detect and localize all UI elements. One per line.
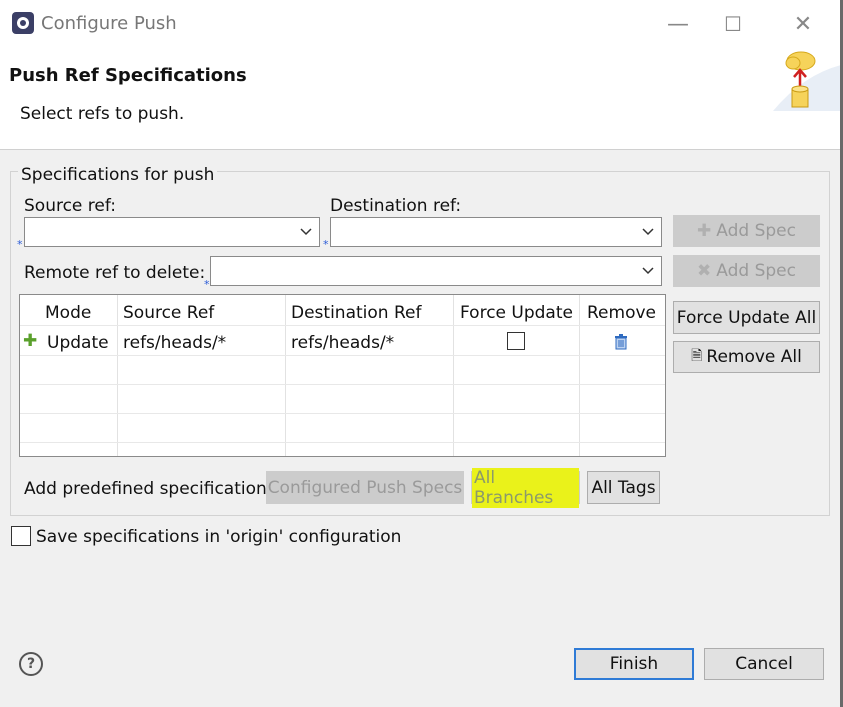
all-branches-button[interactable]: All Branches bbox=[471, 467, 580, 508]
source-ref-combo[interactable] bbox=[24, 217, 320, 247]
eclipse-app-icon bbox=[12, 12, 34, 34]
plus-icon: ✚ bbox=[697, 221, 712, 241]
all-tags-button[interactable]: All Tags bbox=[587, 471, 660, 504]
required-marker: * bbox=[323, 238, 329, 251]
chevron-down-icon bbox=[642, 228, 654, 236]
push-spec-table: Mode Source Ref Destination Ref Force Up… bbox=[19, 294, 666, 457]
window-title: Configure Push bbox=[41, 13, 177, 34]
chevron-down-icon bbox=[642, 267, 654, 275]
source-ref-label: Source ref: bbox=[24, 196, 116, 216]
row-destination-ref[interactable]: refs/heads/* bbox=[291, 333, 394, 353]
force-update-all-button[interactable]: Force Update All bbox=[673, 301, 820, 334]
cancel-button[interactable]: Cancel bbox=[704, 648, 824, 680]
add-delete-spec-label: Add Spec bbox=[716, 261, 796, 281]
add-spec-button[interactable]: ✚ Add Spec bbox=[673, 215, 820, 247]
remote-ref-delete-label: Remote ref to delete: bbox=[24, 263, 206, 283]
row-mode[interactable]: Update bbox=[47, 333, 109, 353]
row-force-update-checkbox[interactable] bbox=[507, 332, 525, 350]
maximize-button[interactable]: ☐ bbox=[719, 10, 747, 38]
chevron-down-icon bbox=[300, 228, 312, 236]
column-header-mode[interactable]: Mode bbox=[45, 303, 91, 323]
finish-button[interactable]: Finish bbox=[574, 648, 694, 680]
destination-ref-combo[interactable] bbox=[330, 217, 662, 247]
save-specs-checkbox[interactable] bbox=[11, 526, 31, 546]
save-specs-label[interactable]: Save specifications in 'origin' configur… bbox=[36, 527, 401, 547]
add-spec-label: Add Spec bbox=[716, 221, 796, 241]
remove-all-icon: 🗎 bbox=[691, 348, 703, 364]
add-delete-spec-button[interactable]: ✖ Add Spec bbox=[673, 255, 820, 287]
remove-all-label: Remove All bbox=[706, 347, 802, 367]
required-marker: * bbox=[204, 278, 210, 291]
remote-ref-delete-combo[interactable] bbox=[210, 256, 662, 286]
column-header-force-update[interactable]: Force Update bbox=[460, 303, 573, 323]
push-wizard-banner-icon bbox=[773, 51, 841, 111]
close-button[interactable]: ✕ bbox=[789, 10, 817, 38]
column-header-source-ref[interactable]: Source Ref bbox=[123, 303, 214, 323]
destination-ref-label: Destination ref: bbox=[330, 196, 462, 216]
wizard-header bbox=[0, 48, 840, 150]
configured-push-specs-button[interactable]: Configured Push Specs bbox=[266, 471, 464, 504]
page-subtitle: Select refs to push. bbox=[20, 104, 185, 124]
delete-x-icon: ✖ bbox=[697, 261, 712, 281]
trash-icon[interactable] bbox=[614, 334, 628, 350]
help-icon[interactable]: ? bbox=[19, 652, 43, 676]
row-source-ref[interactable]: refs/heads/* bbox=[123, 333, 226, 353]
predefined-spec-label: Add predefined specification bbox=[24, 479, 267, 499]
required-marker: * bbox=[17, 238, 23, 251]
page-title: Push Ref Specifications bbox=[9, 65, 247, 86]
column-header-destination-ref[interactable]: Destination Ref bbox=[291, 303, 421, 323]
minimize-button[interactable]: — bbox=[664, 10, 692, 38]
column-header-remove[interactable]: Remove bbox=[587, 303, 656, 323]
add-mode-icon: ✚ bbox=[23, 331, 38, 351]
remove-all-button[interactable]: 🗎 Remove All bbox=[673, 341, 820, 373]
all-branches-label: All Branches bbox=[472, 467, 579, 508]
specifications-group-label: Specifications for push bbox=[18, 165, 218, 185]
